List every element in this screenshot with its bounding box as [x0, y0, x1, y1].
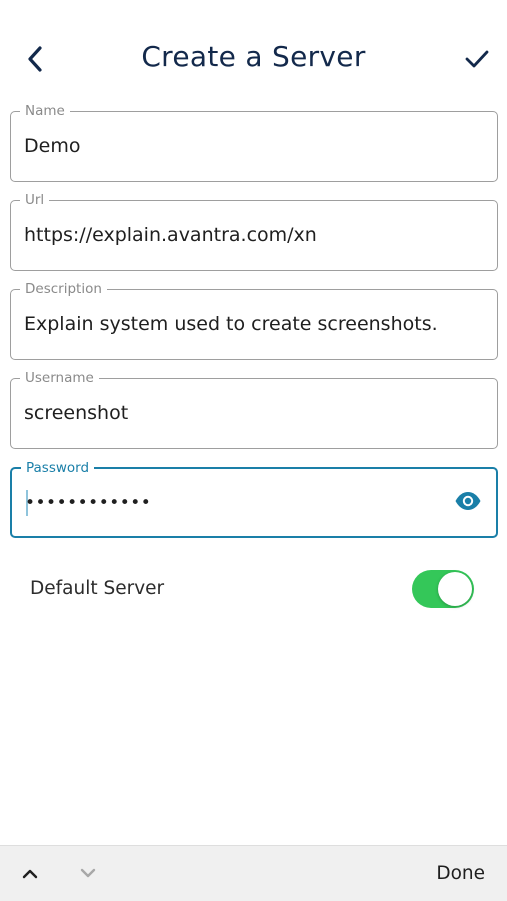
toggle-password-visibility-button[interactable] — [452, 489, 484, 517]
checkmark-icon — [464, 48, 490, 74]
done-button[interactable]: Done — [436, 863, 485, 884]
name-label: Name — [20, 102, 70, 120]
name-input[interactable] — [24, 132, 447, 160]
previous-field-button[interactable] — [14, 860, 46, 888]
header: Create a Server — [0, 0, 507, 110]
chevron-down-icon — [79, 864, 97, 883]
username-field[interactable]: Username — [10, 369, 498, 449]
url-field[interactable]: Url — [10, 191, 498, 271]
url-label: Url — [20, 191, 50, 209]
page-title: Create a Server — [141, 40, 366, 73]
username-input[interactable] — [24, 399, 447, 427]
username-label: Username — [20, 369, 99, 387]
default-server-toggle[interactable] — [412, 570, 474, 608]
password-label: Password — [21, 459, 95, 477]
description-input[interactable] — [24, 310, 485, 338]
next-field-button[interactable] — [72, 859, 104, 887]
keyboard-toolbar: Done — [0, 845, 507, 901]
description-field[interactable]: Description — [10, 280, 498, 360]
name-field[interactable]: Name — [10, 102, 498, 182]
confirm-button[interactable] — [460, 44, 494, 78]
eye-icon — [454, 491, 482, 515]
url-input[interactable] — [24, 221, 447, 249]
description-label: Description — [20, 280, 107, 298]
password-field[interactable]: Password — [10, 459, 498, 538]
chevron-up-icon — [21, 865, 39, 884]
default-server-label: Default Server — [30, 578, 165, 599]
default-server-row: Default Server — [0, 560, 507, 620]
password-input[interactable] — [25, 489, 446, 517]
toggle-knob — [438, 572, 472, 606]
